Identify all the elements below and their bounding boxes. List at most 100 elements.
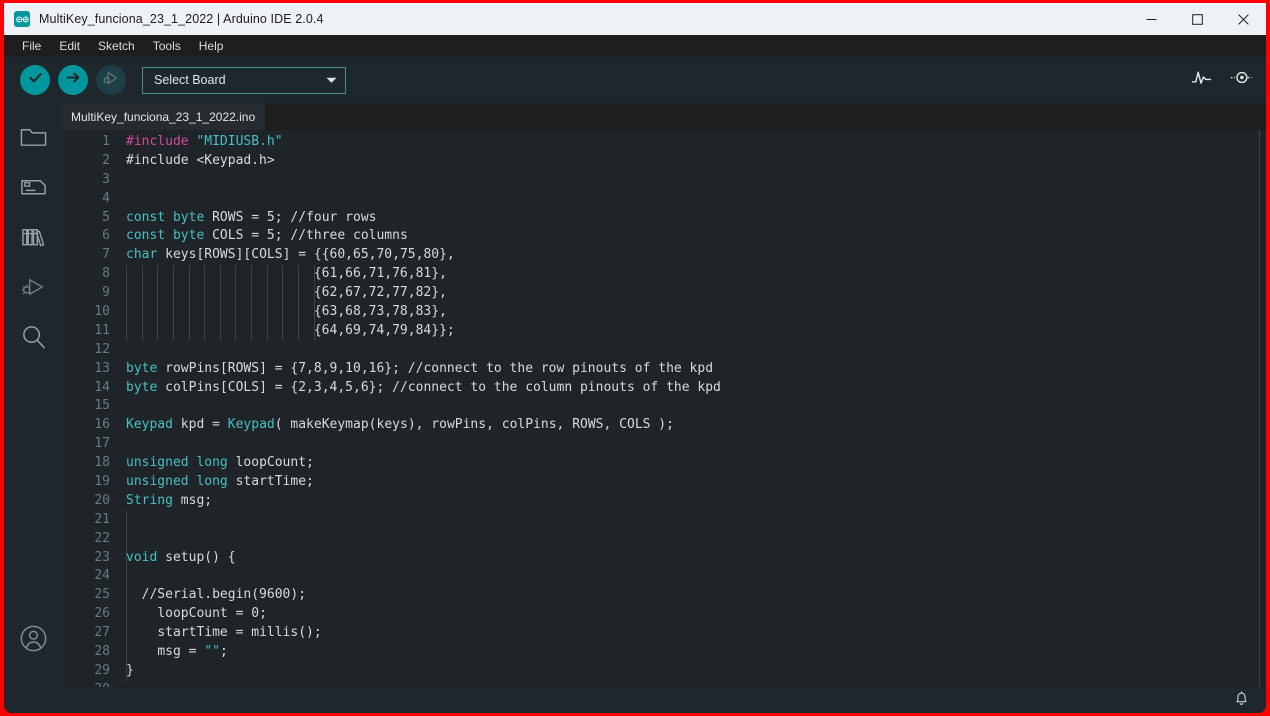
sidebar-item-sketchbook[interactable] — [9, 114, 59, 164]
person-circle-icon — [20, 625, 47, 657]
code-line[interactable]: {64,69,74,79,84}}; — [119, 322, 1266, 341]
code-line[interactable]: {63,68,73,78,83}, — [119, 303, 1266, 322]
code-line[interactable]: msg = ""; — [119, 643, 1266, 662]
line-number: 17 — [63, 435, 119, 454]
code-line[interactable]: //Serial.begin(9600); — [119, 586, 1266, 605]
sidebar-item-boards-manager[interactable] — [9, 164, 59, 214]
editor-column: MultiKey_funciona_23_1_2022.ino 12345678… — [63, 103, 1266, 687]
line-number: 20 — [63, 492, 119, 511]
code-line[interactable] — [119, 341, 1266, 360]
code-line[interactable] — [119, 530, 1266, 549]
menu-item-file[interactable]: File — [14, 37, 49, 55]
board-selector-value: Select Board — [154, 73, 326, 87]
line-number: 27 — [63, 624, 119, 643]
menu-item-sketch[interactable]: Sketch — [90, 37, 143, 55]
serial-monitor-icon — [1230, 68, 1252, 92]
code-line[interactable]: } — [119, 662, 1266, 681]
line-number: 25 — [63, 586, 119, 605]
line-number: 12 — [63, 341, 119, 360]
code-line[interactable]: startTime = millis(); — [119, 624, 1266, 643]
line-number: 23 — [63, 549, 119, 568]
line-number: 15 — [63, 397, 119, 416]
code-line[interactable] — [119, 511, 1266, 530]
code-line[interactable]: #include <Keypad.h> — [119, 152, 1266, 171]
line-number: 7 — [63, 246, 119, 265]
ide-body: MultiKey_funciona_23_1_2022.ino 12345678… — [4, 103, 1266, 687]
code-line[interactable]: char keys[ROWS][COLS] = {{60,65,70,75,80… — [119, 246, 1266, 265]
code-line[interactable] — [119, 435, 1266, 454]
code-line[interactable]: {61,66,71,76,81}, — [119, 265, 1266, 284]
sidebar-item-library-manager[interactable] — [9, 214, 59, 264]
books-icon — [20, 225, 47, 254]
arduino-ide-window: MultiKey_funciona_23_1_2022 | Arduino ID… — [4, 3, 1266, 713]
upload-button[interactable] — [58, 65, 88, 95]
line-number: 8 — [63, 265, 119, 284]
tab-label: MultiKey_funciona_23_1_2022.ino — [71, 110, 255, 124]
toolbar-right-actions — [1190, 69, 1252, 91]
main-toolbar: Select Board — [4, 57, 1266, 103]
line-number: 30 — [63, 681, 119, 687]
tab-sketch-file[interactable]: MultiKey_funciona_23_1_2022.ino — [63, 103, 265, 130]
line-number: 3 — [63, 171, 119, 190]
line-number: 26 — [63, 605, 119, 624]
line-number: 21 — [63, 511, 119, 530]
code-editor[interactable]: 1234567891011121314151617181920212223242… — [63, 130, 1266, 687]
code-line[interactable]: byte rowPins[ROWS] = {7,8,9,10,16}; //co… — [119, 360, 1266, 379]
check-icon — [27, 69, 44, 91]
code-line[interactable]: unsigned long startTime; — [119, 473, 1266, 492]
notifications-button[interactable] — [1232, 691, 1250, 709]
activity-bar — [4, 103, 63, 687]
window-controls — [1128, 3, 1266, 35]
menu-item-tools[interactable]: Tools — [145, 37, 189, 55]
line-number: 24 — [63, 567, 119, 586]
code-line[interactable]: unsigned long loopCount; — [119, 454, 1266, 473]
code-line[interactable]: byte colPins[COLS] = {2,3,4,5,6}; //conn… — [119, 379, 1266, 398]
account-button[interactable] — [8, 616, 58, 666]
board-manager-icon — [20, 175, 47, 204]
verify-button[interactable] — [20, 65, 50, 95]
code-line[interactable] — [119, 397, 1266, 416]
menu-item-help[interactable]: Help — [191, 37, 232, 55]
editor-tab-bar: MultiKey_funciona_23_1_2022.ino — [63, 103, 1266, 130]
code-line[interactable]: String msg; — [119, 492, 1266, 511]
status-bar — [4, 687, 1266, 713]
sidebar-item-debug[interactable] — [9, 264, 59, 314]
line-number: 28 — [63, 643, 119, 662]
line-number: 18 — [63, 454, 119, 473]
line-number: 29 — [63, 662, 119, 681]
close-button[interactable] — [1220, 3, 1266, 35]
waveform-icon — [1191, 68, 1212, 92]
arrow-right-icon — [65, 69, 82, 91]
code-line[interactable]: const byte ROWS = 5; //four rows — [119, 209, 1266, 228]
code-line[interactable]: #include "MIDIUSB.h" — [119, 133, 1266, 152]
line-number: 11 — [63, 322, 119, 341]
board-selector-dropdown[interactable]: Select Board — [142, 67, 346, 94]
code-line[interactable] — [119, 190, 1266, 209]
serial-monitor-button[interactable] — [1230, 69, 1252, 91]
code-line[interactable] — [119, 681, 1266, 687]
code-line[interactable]: {62,67,72,77,82}, — [119, 284, 1266, 303]
menu-bar: File Edit Sketch Tools Help — [4, 35, 1266, 57]
maximize-button[interactable] — [1174, 3, 1220, 35]
code-line[interactable]: const byte COLS = 5; //three columns — [119, 227, 1266, 246]
serial-plotter-button[interactable] — [1190, 69, 1212, 91]
line-number: 1 — [63, 133, 119, 152]
search-icon — [20, 324, 47, 354]
folder-icon — [20, 125, 47, 154]
sidebar-item-search[interactable] — [9, 314, 59, 364]
line-number: 14 — [63, 379, 119, 398]
arduino-infinity-icon — [14, 11, 30, 27]
code-line[interactable]: Keypad kpd = Keypad( makeKeymap(keys), r… — [119, 416, 1266, 435]
debug-button[interactable] — [96, 65, 126, 95]
minimize-button[interactable] — [1128, 3, 1174, 35]
code-line[interactable]: loopCount = 0; — [119, 605, 1266, 624]
code-line[interactable] — [119, 171, 1266, 190]
menu-item-edit[interactable]: Edit — [51, 37, 88, 55]
code-line[interactable] — [119, 567, 1266, 586]
line-number: 2 — [63, 152, 119, 171]
code-content[interactable]: #include "MIDIUSB.h"#include <Keypad.h> … — [119, 130, 1266, 687]
title-bar: MultiKey_funciona_23_1_2022 | Arduino ID… — [4, 3, 1266, 35]
code-line[interactable]: void setup() { — [119, 549, 1266, 568]
line-number: 22 — [63, 530, 119, 549]
debug-icon — [20, 275, 47, 304]
